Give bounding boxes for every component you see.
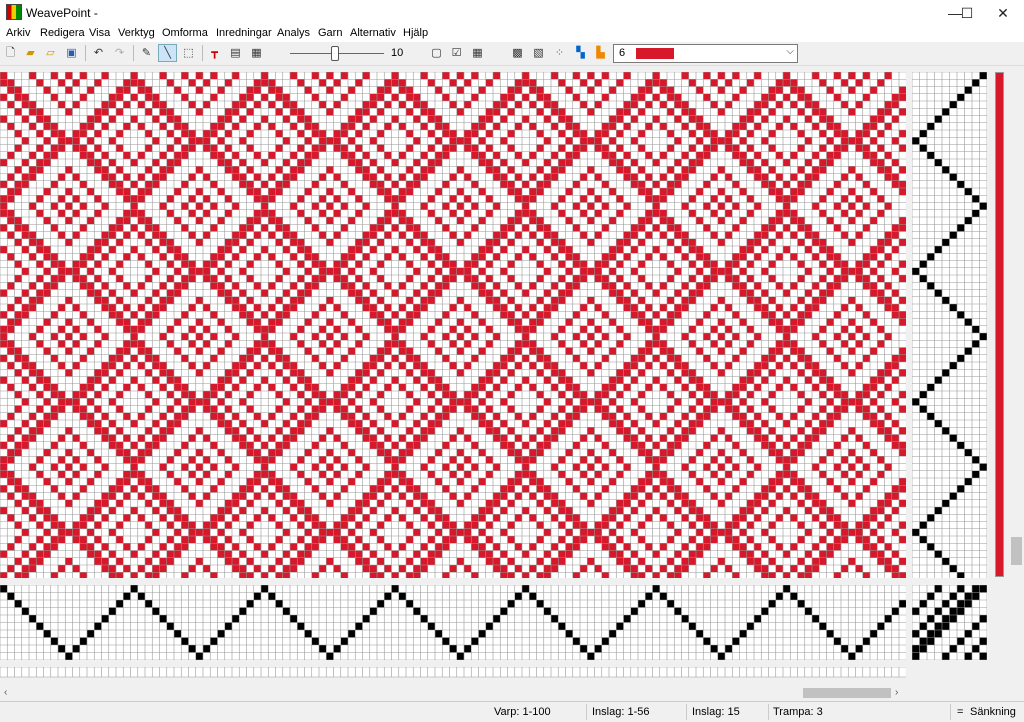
line-icon[interactable]: ╲: [158, 44, 177, 62]
drawdown-grid[interactable]: [0, 72, 906, 578]
status-warp: Varp: 1-100: [494, 706, 551, 718]
palette-icon[interactable]: ▙: [592, 45, 609, 61]
status-eq: =: [957, 706, 964, 718]
toolbar-separator: [133, 45, 134, 61]
redo-icon[interactable]: ↷: [111, 45, 128, 61]
status-mode: Sänkning: [970, 706, 1016, 718]
color-swatch: [636, 48, 674, 59]
treadling-grid[interactable]: [912, 72, 987, 578]
warp-color-icon[interactable]: ┳: [206, 45, 223, 61]
status-treadle: Trampa: 3: [773, 706, 823, 718]
vertical-scroll-thumb[interactable]: [1011, 537, 1022, 565]
status-separator: [586, 704, 587, 720]
window-title: WeavePoint -: [26, 6, 98, 20]
color-select[interactable]: 6 ⌵: [613, 44, 798, 63]
warp-color-bar[interactable]: [0, 667, 906, 678]
toolbar-separator: [202, 45, 203, 61]
tieup-grid[interactable]: [912, 585, 987, 660]
scroll-right-icon[interactable]: ›: [895, 687, 898, 698]
grid-background: [0, 667, 906, 677]
pattern-view-icon[interactable]: ▦: [248, 45, 265, 61]
menu-alternativ[interactable]: Alternativ: [350, 27, 396, 39]
menu-visa[interactable]: Visa: [89, 27, 110, 39]
inverse-pattern-icon[interactable]: ▧: [530, 45, 547, 61]
toolbar-separator: [85, 45, 86, 61]
chevron-down-icon[interactable]: ⌵: [786, 46, 794, 57]
status-weft: Inslag: 15: [692, 706, 740, 718]
zoom-value: 10: [391, 47, 404, 59]
fabric-view-icon[interactable]: ▤: [227, 45, 244, 61]
save-icon[interactable]: ▣: [63, 45, 80, 61]
new-file-icon[interactable]: 🗋: [2, 45, 19, 61]
color-number: 6: [619, 47, 626, 59]
app-icon: [6, 4, 22, 20]
color-dots-icon[interactable]: ⁘: [551, 45, 568, 61]
menu-arkiv[interactable]: Arkiv: [6, 27, 30, 39]
menu-hjalp[interactable]: Hjälp: [403, 27, 428, 39]
horizontal-scroll-thumb[interactable]: [803, 688, 891, 698]
scroll-left-icon[interactable]: ‹: [4, 687, 7, 698]
grid-icon[interactable]: ▦: [469, 45, 486, 61]
status-separator: [950, 704, 951, 720]
open-icon[interactable]: ▱: [42, 45, 59, 61]
close-button[interactable]: ✕: [980, 0, 1024, 26]
checklist-icon[interactable]: ☑: [448, 45, 465, 61]
color-grid-icon[interactable]: ▚: [572, 45, 589, 61]
toolbar: 🗋 ▰ ▱ ▣ ↶ ↷ ✎ ╲ ⬚ ┳ ▤ ▦ ▢ ☑ ▦ ▩ ▧ ⁘ ▚ ▙: [0, 42, 1024, 66]
horizontal-scrollbar[interactable]: [0, 686, 907, 700]
weave-pattern-icon[interactable]: ▩: [509, 45, 526, 61]
menu-verktyg[interactable]: Verktyg: [118, 27, 155, 39]
page-icon[interactable]: ▢: [428, 45, 445, 61]
pencil-icon[interactable]: ✎: [138, 45, 155, 61]
status-weft-range: Inslag: 1-56: [592, 706, 650, 718]
menu-bar: Arkiv Redigera Visa Verktyg Omforma Inre…: [0, 26, 1024, 42]
menu-omforma[interactable]: Omforma: [162, 27, 208, 39]
open-folder-icon[interactable]: ▰: [22, 45, 39, 61]
menu-inredningar[interactable]: Inredningar: [216, 27, 272, 39]
title-bar: WeavePoint - — ☐ ✕: [0, 0, 1024, 26]
zoom-slider-thumb[interactable]: [331, 46, 339, 61]
status-bar: Varp: 1-100 Inslag: 1-56 Inslag: 15 Tram…: [0, 701, 1024, 722]
threading-grid[interactable]: [0, 585, 906, 660]
weft-color-bar[interactable]: [995, 72, 1004, 577]
menu-redigera[interactable]: Redigera: [40, 27, 85, 39]
vertical-scrollbar[interactable]: [1009, 66, 1024, 686]
menu-garn[interactable]: Garn: [318, 27, 342, 39]
status-separator: [768, 704, 769, 720]
menu-analys[interactable]: Analys: [277, 27, 310, 39]
select-icon[interactable]: ⬚: [180, 45, 197, 61]
undo-icon[interactable]: ↶: [90, 45, 107, 61]
status-separator: [686, 704, 687, 720]
